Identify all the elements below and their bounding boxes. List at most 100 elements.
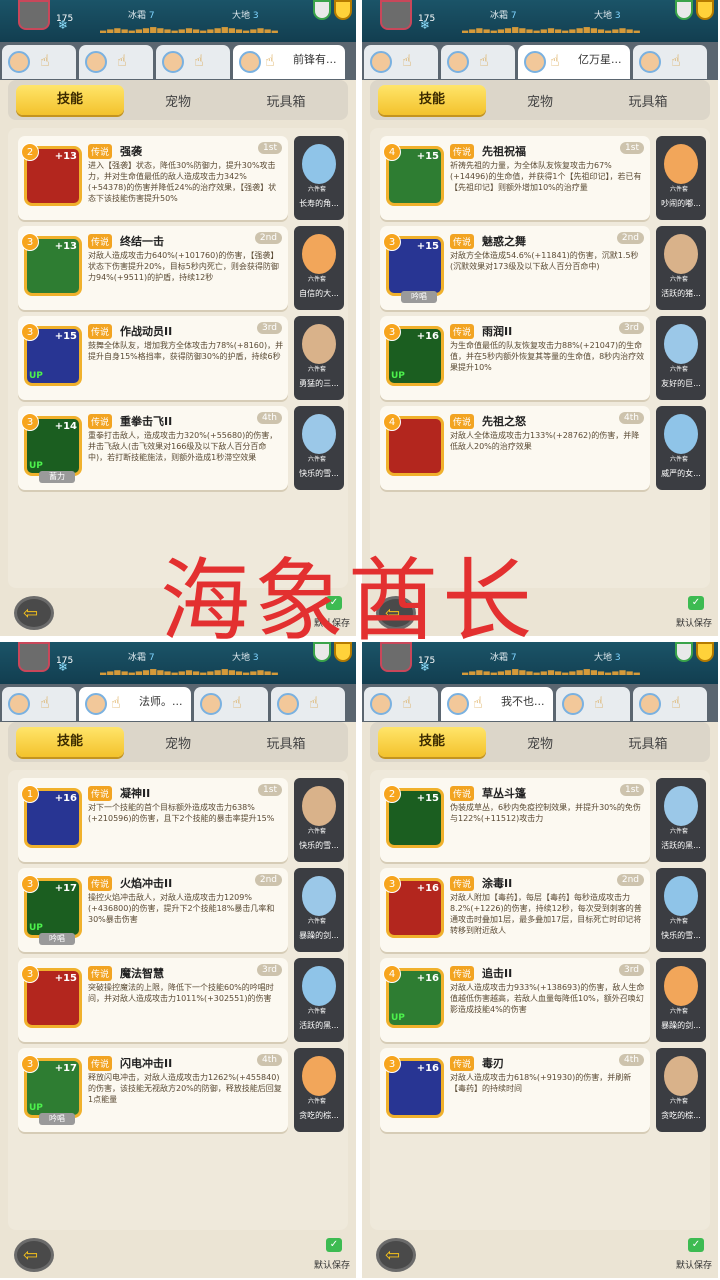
hero-tab-4[interactable]: ☝ (633, 45, 707, 79)
tab-skill[interactable]: 技能 (378, 727, 486, 757)
pet-set-label: 六件套 (308, 366, 327, 373)
pet-avatar (664, 144, 698, 184)
tab-skill[interactable]: 技能 (378, 85, 486, 115)
tab-toybox[interactable]: 玩具箱 (232, 733, 340, 752)
pet-slot[interactable]: 六件套 活跃的猪... (656, 226, 706, 310)
hero-tab-1[interactable]: ☝ (2, 45, 76, 79)
tab-pet[interactable]: 宠物 (486, 733, 594, 752)
skill-card[interactable]: 2 +15 传说 草丛斗篷 1st 伪装成草丛，6秒内免疫控制效果，并提升30%的免伤与1… (380, 778, 650, 862)
hero-tab-1[interactable]: ☝ (364, 45, 438, 79)
save-checkbox[interactable]: ✓ (326, 1238, 342, 1252)
hero-tab-3[interactable]: ☝ (556, 687, 630, 721)
skill-card[interactable]: 4 +16 UP 传说 追击II 3rd 对敌人造成攻击力933%(+138693)的伤害，… (380, 958, 650, 1042)
tab-toybox[interactable]: 玩具箱 (594, 733, 702, 752)
pet-slot[interactable]: 六件套 友好的巨... (656, 316, 706, 400)
hero-tab-3[interactable]: ☝ (194, 687, 268, 721)
pet-slot[interactable]: 六件套 暴躁的剑... (294, 868, 344, 952)
skill-bonus: +15 (54, 973, 77, 984)
pointing-hand-icon: ☝ (671, 51, 681, 70)
hero-tab-4[interactable]: ☝ 前锋有... (233, 45, 345, 79)
hero-tab-4[interactable]: ☝ (271, 687, 345, 721)
tab-skill[interactable]: 技能 (16, 85, 124, 115)
pet-slot[interactable]: 六件套 快乐的雪... (656, 868, 706, 952)
tab-pet[interactable]: 宠物 (124, 91, 232, 110)
player-avatar[interactable] (18, 0, 50, 30)
gear-icon[interactable] (313, 0, 331, 20)
progress-bars: ▂▃▄▃▂▃▄▅▄▃▂▃▄▃▂▃▄▅▄▃▂▃▄▃▂ (462, 24, 641, 33)
coin-icon[interactable] (696, 0, 714, 20)
pet-slot[interactable]: 六件套 威严的女... (656, 406, 706, 490)
skill-card[interactable]: 3 +13 传说 终结一击 2nd 对敌人造成攻击力640%(+101760)的伤害，【强… (18, 226, 288, 310)
hero-tab-3[interactable]: ☝ 亿万星... (518, 45, 630, 79)
hero-tab-1[interactable]: ☝ (364, 687, 438, 721)
gear-icon[interactable] (675, 642, 693, 662)
hero-tab-4[interactable]: ☝ (633, 687, 707, 721)
player-avatar[interactable] (18, 642, 50, 672)
hero-face-icon (447, 693, 469, 715)
gear-icon[interactable] (675, 0, 693, 20)
tab-skill[interactable]: 技能 (16, 727, 124, 757)
skill-description: 释放闪电冲击，对敌人造成攻击力1262%(+455840)的伤害，该技能无视敌方… (88, 1073, 282, 1104)
skill-card[interactable]: 3 +15 UP 传说 作战动员II 3rd 鼓舞全体队友，增加我方全体攻击力78%(+81… (18, 316, 288, 400)
skill-card[interactable]: 1 +16 传说 凝神II 1st 对下一个技能的首个目标额外造成攻击力638%(+210… (18, 778, 288, 862)
hero-tab-2[interactable]: ☝ (79, 45, 153, 79)
coin-icon[interactable] (334, 0, 352, 20)
bottom-bar: ⇦ ✓ 默认保存 (0, 1230, 356, 1278)
pet-slot[interactable]: 六件套 贪吃的棕... (656, 1048, 706, 1132)
pet-slot[interactable]: 六件套 活跃的黑... (294, 958, 344, 1042)
save-checkbox[interactable]: ✓ (688, 596, 704, 610)
pet-name: 快乐的雪... (299, 469, 339, 478)
tab-pet[interactable]: 宠物 (124, 733, 232, 752)
skill-card[interactable]: 3 +16 传说 毒刃 4th 对敌人造成攻击力618%(+91930)的伤害，并刷新【毒… (380, 1048, 650, 1132)
player-avatar[interactable] (380, 0, 412, 30)
pet-slot[interactable]: 六件套 活跃的黑... (656, 778, 706, 862)
skill-list: 2 +15 传说 草丛斗篷 1st 伪装成草丛，6秒内免疫控制效果，并提升30%的免伤与1… (370, 770, 710, 1230)
skill-card[interactable]: 3 +15 吟唱 传说 魅惑之舞 2nd 对敌方全体造成54.6%(+11841)的伤害，沉… (380, 226, 650, 310)
back-button[interactable]: ⇦ (14, 596, 54, 630)
pet-slot[interactable]: 六件套 暴躁的剑... (656, 958, 706, 1042)
save-checkbox[interactable]: ✓ (688, 1238, 704, 1252)
skill-description: 重拳打击敌人，造成攻击力320%(+55680)的伤害，并击飞敌人(击飞效果对1… (88, 431, 278, 462)
hero-tab-2[interactable]: ☝ 法师。... (79, 687, 191, 721)
skill-card[interactable]: 3 +14 UP 蓄力 传说 重拳击飞II 4th 重拳打击敌人，造成攻击力320%(+556… (18, 406, 288, 490)
skill-card[interactable]: 3 +15 传说 魔法智慧 3rd 突破操控魔法的上限，降低下一个技能60%的吟唱时间，并… (18, 958, 288, 1042)
hero-tab-2[interactable]: ☝ 我不也... (441, 687, 553, 721)
skill-order: 1st (620, 784, 644, 796)
skill-card[interactable]: 2 +13 传说 强袭 1st 进入【强袭】状态，降低30%防御力，提升30%攻击力，并对… (18, 136, 288, 220)
pet-slot[interactable]: 六件套 勇猛的三... (294, 316, 344, 400)
pet-set-label: 六件套 (670, 366, 689, 373)
category-tabs: 技能 宠物 玩具箱 (370, 722, 710, 762)
pet-slot[interactable]: 六件套 贪吃的棕... (294, 1048, 344, 1132)
skill-level-badge: 3 (383, 233, 401, 251)
tab-pet[interactable]: 宠物 (486, 91, 594, 110)
pet-slot[interactable]: 六件套 吵闹的嘟... (656, 136, 706, 220)
hero-tab-2[interactable]: ☝ (441, 45, 515, 79)
back-button[interactable]: ⇦ (14, 1238, 54, 1272)
hero-tab-1[interactable]: ☝ (2, 687, 76, 721)
pet-slot[interactable]: 六件套 长寿的角... (294, 136, 344, 220)
skill-level-badge: 3 (383, 875, 401, 893)
tab-toybox[interactable]: 玩具箱 (232, 91, 340, 110)
skill-icon: 2 +13 (21, 143, 82, 206)
pet-slot[interactable]: 六件套 快乐的雪... (294, 778, 344, 862)
hero-face-icon (562, 693, 584, 715)
skill-order: 2nd (254, 232, 282, 244)
tab-toybox[interactable]: 玩具箱 (594, 91, 702, 110)
hero-name: 亿万星... (578, 53, 622, 66)
pet-slot[interactable]: 六件套 自信的大... (294, 226, 344, 310)
skill-card[interactable]: 4 传说 先祖之怒 4th 对敌人全体造成攻击力133%(+28762)的伤害，并降低敌… (380, 406, 650, 490)
back-button[interactable]: ⇦ (376, 1238, 416, 1272)
skill-card[interactable]: 4 +15 传说 先祖祝福 1st 祈祷先祖的力量，为全体队友恢复攻击力67%(+1449… (380, 136, 650, 220)
skill-card[interactable]: 3 +17 UP 吟唱 传说 火焰冲击II 2nd 操控火焰冲击敌人，对敌人造成攻击力1209… (18, 868, 288, 952)
hero-face-icon (85, 51, 107, 73)
legend-badge: 传说 (450, 786, 475, 801)
skill-card[interactable]: 3 +17 UP 吟唱 传说 闪电冲击II 4th 释放闪电冲击，对敌人造成攻击力1262%(… (18, 1048, 288, 1132)
hero-tab-3[interactable]: ☝ (156, 45, 230, 79)
skill-card[interactable]: 3 +16 UP 传说 雨润II 3rd 为生命值最低的队友恢复攻击力88%(+21047)… (380, 316, 650, 400)
skill-order: 3rd (619, 964, 644, 976)
pointing-hand-icon: ☝ (40, 51, 50, 70)
skill-card[interactable]: 3 +16 传说 涂毒II 2nd 对敌人附加【毒药】，每层【毒药】每秒造成攻击力8.2%… (380, 868, 650, 952)
coin-icon[interactable] (696, 642, 714, 662)
pet-slot[interactable]: 六件套 快乐的雪... (294, 406, 344, 490)
pet-set-label: 六件套 (308, 1098, 327, 1105)
